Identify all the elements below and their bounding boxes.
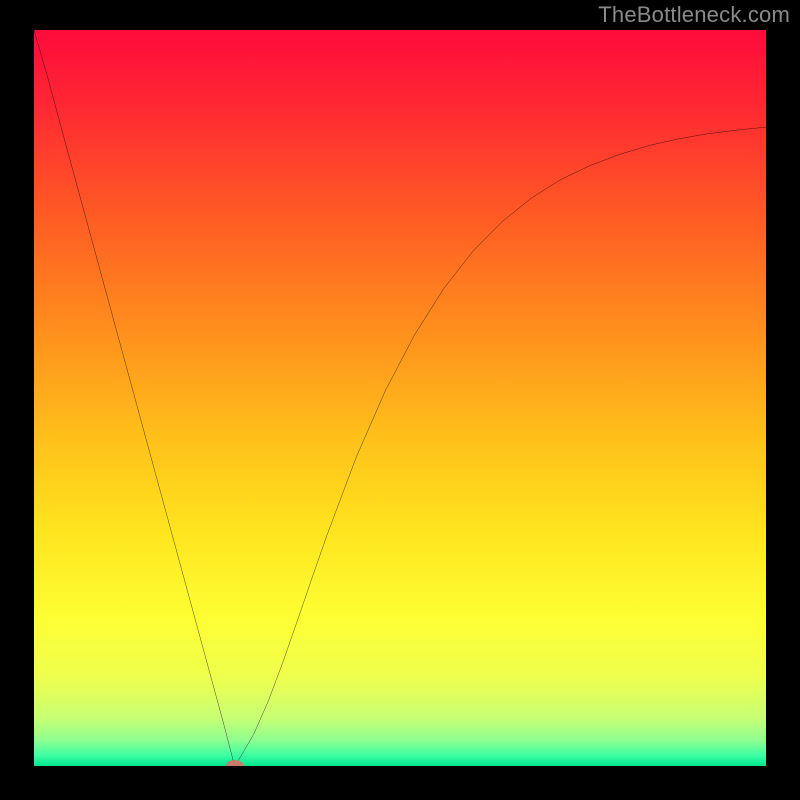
chart-frame: TheBottleneck.com: [0, 0, 800, 800]
watermark-text: TheBottleneck.com: [598, 2, 790, 28]
gradient-bg: [34, 30, 766, 766]
bottleneck-plot: [34, 30, 766, 766]
